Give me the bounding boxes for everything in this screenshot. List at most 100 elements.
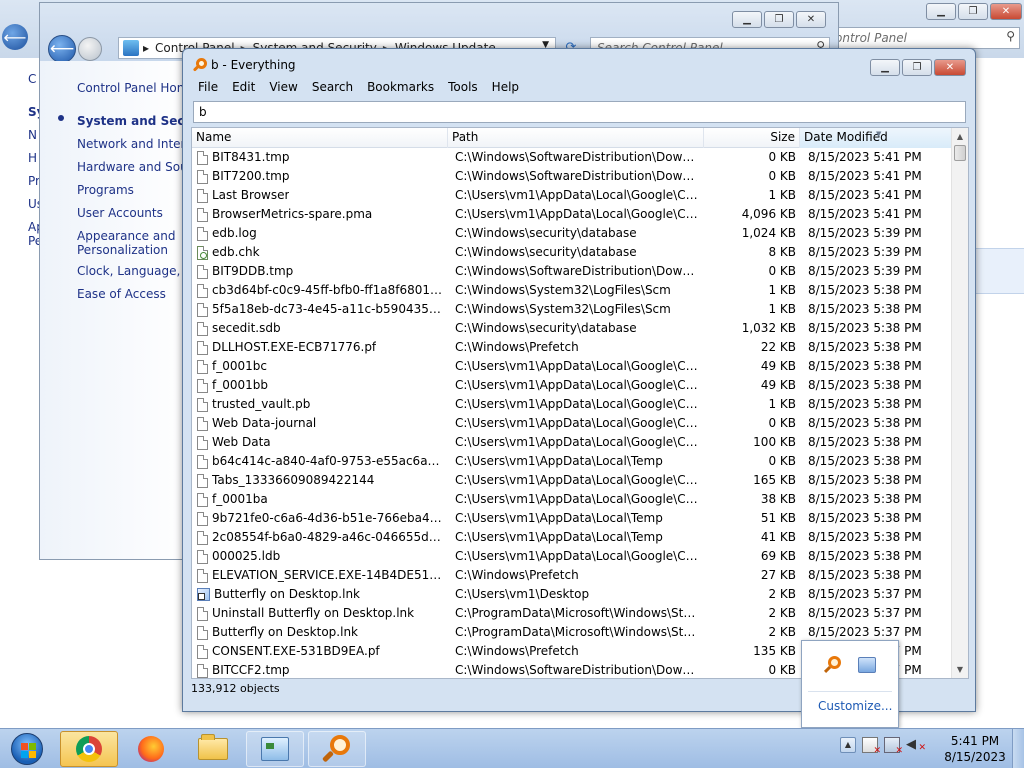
menu-file[interactable]: File xyxy=(191,78,225,97)
menu-search[interactable]: Search xyxy=(305,78,360,97)
search-input[interactable]: ontrol Panel ⚲ xyxy=(828,27,1020,49)
cell-name[interactable]: DLLHOST.EXE-ECB71776.pf xyxy=(192,338,448,357)
forward-button[interactable] xyxy=(78,37,102,61)
table-row[interactable]: DLLHOST.EXE-ECB71776.pf C:\Windows\Prefet… xyxy=(192,338,952,357)
table-row[interactable]: BrowserMetrics-spare.pma C:\Users\vm1\App… xyxy=(192,205,952,224)
action-center-icon[interactable] xyxy=(862,737,881,756)
maximize-button[interactable]: ❐ xyxy=(764,11,794,28)
cell-name[interactable]: cb3d64bf-c0c9-45ff-bfb0-ff1a8f680186 xyxy=(192,281,448,300)
cell-name[interactable]: f_0001ba xyxy=(192,490,448,509)
taskbar-everything[interactable] xyxy=(308,731,366,767)
cell-name[interactable]: f_0001bb xyxy=(192,376,448,395)
cell-name[interactable]: BIT8431.tmp xyxy=(192,148,448,167)
table-row[interactable]: Web Data-journal C:\Users\vm1\AppData\Loc… xyxy=(192,414,952,433)
cell-name[interactable]: 9b721fe0-c6a6-4d36-b51e-766eba4d80c3.t..… xyxy=(192,509,448,528)
search-input[interactable] xyxy=(199,105,960,119)
maximize-button[interactable]: ❐ xyxy=(902,59,932,76)
table-row[interactable]: Butterfly on Desktop.lnk C:\Users\vm1\Des… xyxy=(192,585,952,604)
volume-icon[interactable]: ◀ xyxy=(906,737,926,756)
column-header-name[interactable]: Name xyxy=(192,128,448,148)
nav-link-programs[interactable]: Programs xyxy=(77,183,134,197)
scroll-up-icon[interactable]: ▲ xyxy=(952,128,968,145)
table-row[interactable]: Last Browser C:\Users\vm1\AppData\Local\G… xyxy=(192,186,952,205)
cell-name[interactable]: BIT9DDB.tmp xyxy=(192,262,448,281)
table-row[interactable]: Tabs_13336609089422144 C:\Users\vm1\AppDa… xyxy=(192,471,952,490)
cell-name[interactable]: BIT7200.tmp xyxy=(192,167,448,186)
cell-name[interactable]: f_0001bc xyxy=(192,357,448,376)
minimize-button[interactable]: ▁ xyxy=(732,11,762,28)
cell-name[interactable]: secedit.sdb xyxy=(192,319,448,338)
table-row[interactable]: 2c08554f-b6a0-4829-a46c-046655dcb5e2.t..… xyxy=(192,528,952,547)
menu-help[interactable]: Help xyxy=(485,78,526,97)
table-row[interactable]: secedit.sdb C:\Windows\security\database 1… xyxy=(192,319,952,338)
cell-name[interactable]: 2c08554f-b6a0-4829-a46c-046655dcb5e2.t..… xyxy=(192,528,448,547)
cell-name[interactable]: CONSENT.EXE-531BD9EA.pf xyxy=(192,642,448,661)
table-row[interactable]: f_0001bb C:\Users\vm1\AppData\Local\Googl… xyxy=(192,376,952,395)
nav-link-control-panel-home[interactable]: Control Panel Home xyxy=(77,81,196,95)
minimize-button[interactable]: ▁ xyxy=(870,59,900,76)
cell-name[interactable]: Last Browser xyxy=(192,186,448,205)
everything-tray-icon[interactable] xyxy=(823,656,842,674)
table-row[interactable]: trusted_vault.pb C:\Users\vm1\AppData\Loc… xyxy=(192,395,952,414)
show-hidden-icons-icon[interactable]: ▲ xyxy=(840,737,856,753)
menu-bookmarks[interactable]: Bookmarks xyxy=(360,78,441,97)
taskbar-chrome[interactable] xyxy=(60,731,118,767)
table-row[interactable]: ELEVATION_SERVICE.EXE-14B4DE51.pf C:\Wind… xyxy=(192,566,952,585)
table-row[interactable]: edb.log C:\Windows\security\database 1,024… xyxy=(192,224,952,243)
customize-link[interactable]: Customize... xyxy=(818,699,892,713)
nav-link-personalization[interactable]: Personalization xyxy=(77,243,168,257)
cell-name[interactable]: Web Data-journal xyxy=(192,414,448,433)
minimize-button[interactable]: ▁ xyxy=(926,3,956,20)
cell-name[interactable]: BrowserMetrics-spare.pma xyxy=(192,205,448,224)
nav-link-appearance[interactable]: Appearance and xyxy=(77,229,175,243)
table-row[interactable]: b64c414c-a840-4af0-9753-e55ac6a821a1.t..… xyxy=(192,452,952,471)
column-header-date-modified[interactable]: Date Modified ▼ xyxy=(800,128,952,148)
table-row[interactable]: Uninstall Butterfly on Desktop.lnk C:\Pro… xyxy=(192,604,952,623)
cell-name[interactable]: b64c414c-a840-4af0-9753-e55ac6a821a1.t..… xyxy=(192,452,448,471)
cell-name[interactable]: Butterfly on Desktop.lnk xyxy=(192,623,448,642)
close-button[interactable]: ✕ xyxy=(934,59,966,76)
table-row[interactable]: Web Data C:\Users\vm1\AppData\Local\Googl… xyxy=(192,433,952,452)
cell-name[interactable]: BITCCF2.tmp xyxy=(192,661,448,678)
cell-name[interactable]: Uninstall Butterfly on Desktop.lnk xyxy=(192,604,448,623)
cell-name[interactable]: trusted_vault.pb xyxy=(192,395,448,414)
scroll-down-icon[interactable]: ▼ xyxy=(952,661,968,678)
table-row[interactable]: f_0001ba C:\Users\vm1\AppData\Local\Googl… xyxy=(192,490,952,509)
scrollbar-thumb[interactable] xyxy=(954,145,966,161)
nav-link-ease-of-access[interactable]: Ease of Access xyxy=(77,287,166,301)
column-header-size[interactable]: Size xyxy=(704,128,800,148)
search-icon[interactable]: ⚲ xyxy=(1006,29,1015,43)
table-row[interactable]: 5f5a18eb-dc73-4e45-a11c-b59043598412 C:\W… xyxy=(192,300,952,319)
close-button[interactable]: ✕ xyxy=(796,11,826,28)
clock[interactable]: 5:41 PM 8/15/2023 xyxy=(940,733,1010,765)
cell-name[interactable]: ELEVATION_SERVICE.EXE-14B4DE51.pf xyxy=(192,566,448,585)
taskbar-firefox[interactable] xyxy=(122,731,180,767)
table-row[interactable]: cb3d64bf-c0c9-45ff-bfb0-ff1a8f680186 C:\W… xyxy=(192,281,952,300)
show-desktop-button[interactable] xyxy=(1012,729,1024,768)
cell-name[interactable]: 5f5a18eb-dc73-4e45-a11c-b59043598412 xyxy=(192,300,448,319)
cell-name[interactable]: edb.chk xyxy=(192,243,448,262)
taskbar-control-panel[interactable] xyxy=(246,731,304,767)
cell-name[interactable]: edb.log xyxy=(192,224,448,243)
network-tray-icon[interactable] xyxy=(858,657,876,673)
column-header-path[interactable]: Path xyxy=(448,128,704,148)
close-button[interactable]: ✕ xyxy=(990,3,1022,20)
table-row[interactable]: edb.chk C:\Windows\security\database 8 KB 8… xyxy=(192,243,952,262)
menu-view[interactable]: View xyxy=(262,78,304,97)
cell-name[interactable]: Web Data xyxy=(192,433,448,452)
back-button[interactable]: ⟵ xyxy=(48,35,76,63)
nav-link-user-accounts[interactable]: User Accounts xyxy=(77,206,163,220)
menu-edit[interactable]: Edit xyxy=(225,78,262,97)
back-button[interactable]: ⟵ xyxy=(2,24,28,50)
vertical-scrollbar[interactable]: ▲ ▼ xyxy=(951,128,968,678)
maximize-button[interactable]: ❐ xyxy=(958,3,988,20)
table-row[interactable]: BIT8431.tmp C:\Windows\SoftwareDistributi… xyxy=(192,148,952,167)
taskbar-explorer[interactable] xyxy=(184,731,242,767)
start-button[interactable] xyxy=(2,730,52,768)
table-row[interactable]: 9b721fe0-c6a6-4d36-b51e-766eba4d80c3.t..… xyxy=(192,509,952,528)
cell-name[interactable]: Butterfly on Desktop.lnk xyxy=(192,585,448,604)
table-row[interactable]: BIT7200.tmp C:\Windows\SoftwareDistributi… xyxy=(192,167,952,186)
cell-name[interactable]: Tabs_13336609089422144 xyxy=(192,471,448,490)
menu-tools[interactable]: Tools xyxy=(441,78,485,97)
table-row[interactable]: f_0001bc C:\Users\vm1\AppData\Local\Googl… xyxy=(192,357,952,376)
